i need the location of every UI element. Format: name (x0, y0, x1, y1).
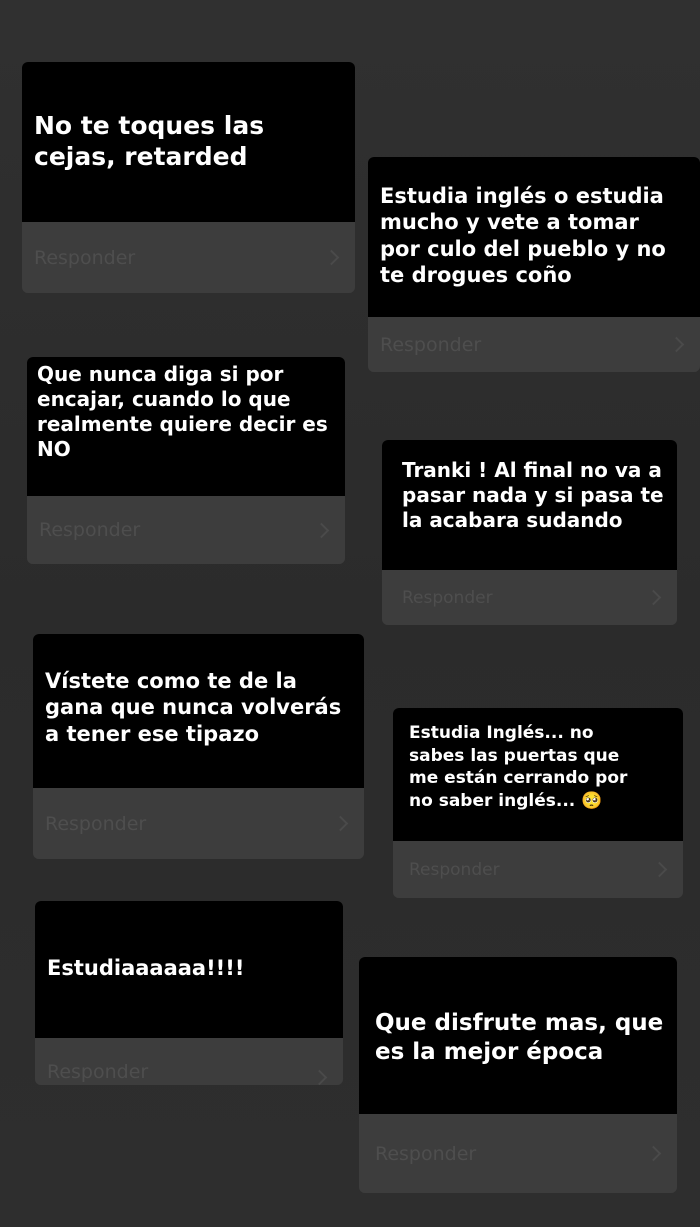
reply-button[interactable]: Responder (33, 788, 364, 859)
question-text: Tranki ! Al final no va a pasar nada y s… (382, 440, 677, 570)
chevron-right-icon (323, 249, 340, 266)
reply-label: Responder (375, 1142, 477, 1165)
reply-button[interactable]: Responder (359, 1114, 677, 1193)
question-text: Vístete como te de la gana que nunca vol… (33, 634, 364, 788)
chevron-right-icon (668, 336, 685, 353)
question-card: Estudia inglés o estudia mucho y vete a … (368, 157, 700, 372)
reply-label: Responder (380, 333, 482, 356)
question-text: Estudia Inglés... no sabes las puertas q… (393, 708, 683, 841)
question-text: Estudia inglés o estudia mucho y vete a … (368, 157, 700, 317)
reply-button[interactable]: Responder (22, 222, 355, 293)
chevron-right-icon (313, 522, 330, 538)
reply-label: Responder (409, 859, 500, 880)
question-text: Que nunca diga si por encajar, cuando lo… (27, 357, 345, 496)
reply-label: Responder (402, 587, 493, 608)
question-text: Que disfrute mas, que es la mejor época (359, 957, 677, 1114)
chevron-right-icon (311, 1069, 328, 1085)
chevron-right-icon (645, 1145, 662, 1162)
reply-label: Responder (34, 246, 136, 269)
chevron-right-icon (332, 815, 349, 832)
chevron-right-icon (645, 589, 662, 606)
question-card: Tranki ! Al final no va a pasar nada y s… (382, 440, 677, 625)
question-card: Estudiaaaaaa!!!! Responder (35, 901, 343, 1085)
reply-button[interactable]: Responder (368, 317, 700, 372)
question-text: Estudiaaaaaa!!!! (35, 901, 343, 1038)
reply-label: Responder (45, 812, 147, 835)
question-card: Estudia Inglés... no sabes las puertas q… (393, 708, 683, 898)
reply-button[interactable]: Responder (382, 570, 677, 625)
reply-button[interactable]: Responder (35, 1038, 343, 1085)
reply-button[interactable]: Responder (393, 841, 683, 898)
reply-button[interactable]: Responder (27, 496, 345, 564)
question-card: Que disfrute mas, que es la mejor época … (359, 957, 677, 1193)
reply-label: Responder (39, 519, 141, 541)
question-text: No te toques las cejas, retarded (22, 62, 355, 222)
question-card: Vístete como te de la gana que nunca vol… (33, 634, 364, 859)
chevron-right-icon (651, 861, 668, 878)
question-card: No te toques las cejas, retarded Respond… (22, 62, 355, 293)
reply-label: Responder (47, 1061, 149, 1083)
question-card: Que nunca diga si por encajar, cuando lo… (27, 357, 345, 564)
